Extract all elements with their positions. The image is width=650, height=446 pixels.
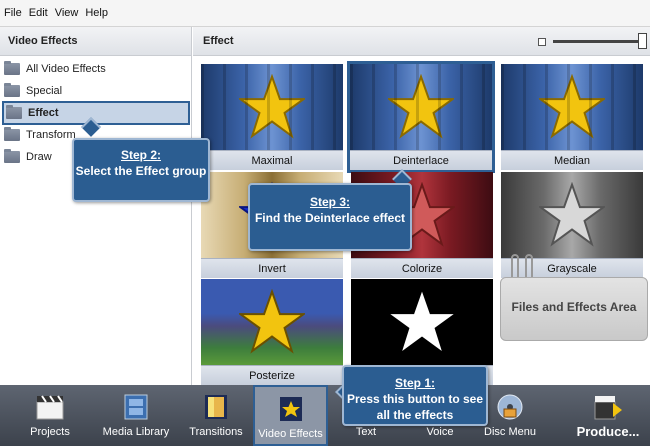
effect-tile-posterize[interactable]: Posterize [201,279,343,385]
taskbar: Projects Media Library Transitions Video… [0,385,650,446]
text-label: Text [355,426,377,438]
folder-icon [4,149,20,163]
transitions-icon [205,395,227,419]
callout-step-text: Find the Deinterlace effect [254,211,406,225]
produce-button[interactable]: Produce... [568,385,648,446]
effect-thumbnail [201,279,343,365]
zoom-slider-thumb[interactable] [638,33,647,49]
callout-step-title: Step 1: [394,376,435,390]
tree-item-label: Special [26,85,63,97]
effect-thumbnail [501,64,643,150]
folder-icon [4,83,20,97]
effect-thumbnail [351,279,493,365]
produce-icon [594,396,622,420]
star-icon [539,74,605,139]
effect-tile-maximal[interactable]: Maximal [201,64,343,170]
zoom-min-icon[interactable] [538,38,546,46]
film-icon [124,394,148,420]
folder-icon [6,105,22,119]
star-icon [390,291,454,352]
effect-tile-grayscale[interactable]: Grayscale [501,172,643,278]
disc-icon [497,394,523,420]
menu-edit[interactable]: Edit [29,7,48,19]
video-effects-label: Video Effects [258,428,323,440]
effect-thumbnail [350,64,492,150]
projects-button[interactable]: Projects [14,385,86,446]
projects-label: Projects [30,426,70,438]
effect-label: Colorize [351,258,493,278]
menu-bar: File Edit View Help [0,0,650,27]
video-effects-panel-title: Video Effects [0,27,192,56]
star-icon [279,397,302,421]
effect-label: Grayscale [501,258,643,278]
tree-item-label: Effect [28,107,59,119]
video-effects-button[interactable]: Video Effects [253,385,328,446]
effect-tile-median[interactable]: Median [501,64,643,170]
callout-step-2: Step 2: Select the Effect group [72,138,210,202]
effect-label: Maximal [201,150,343,170]
media-library-button[interactable]: Media Library [98,385,174,446]
produce-label: Produce... [576,424,640,439]
folder-icon [4,127,20,141]
effect-label: Deinterlace [350,150,492,170]
effect-label: Median [501,150,643,170]
menu-view[interactable]: View [55,7,79,19]
zoom-slider[interactable] [553,40,638,43]
menu-help[interactable]: Help [85,7,108,19]
effect-tile-deinterlace[interactable]: Deinterlace [347,61,495,173]
effect-thumbnail [501,172,643,258]
clapper-icon [36,395,64,420]
transitions-button[interactable]: Transitions [180,385,252,446]
tree-item-label: All Video Effects [26,63,106,75]
callout-step-title: Step 2: [120,148,161,162]
files-and-effects-area-note: Files and Effects Area [500,277,648,341]
tree-item-label: Transform [26,129,76,141]
folder-icon [4,61,20,75]
voice-label: Voice [426,426,454,438]
effect-label: Invert [201,258,343,278]
callout-step-3: Step 3: Find the Deinterlace effect [248,183,412,251]
star-icon [388,74,454,139]
callout-step-text: Select the Effect group [75,164,207,178]
transitions-label: Transitions [189,426,243,438]
callout-step-text: Press this button to see all the effects [346,392,484,422]
tree-item-special[interactable]: Special [4,80,190,102]
disc-menu-label: Disc Menu [484,426,536,438]
star-icon [239,289,305,354]
effect-category-tree: All Video Effects Special Effect Transfo… [0,56,192,385]
effect-thumbnail [201,64,343,150]
callout-step-1: Step 1: Press this button to see all the… [342,365,488,426]
callout-step-title: Step 3: [309,195,350,209]
media-library-label: Media Library [102,426,170,438]
star-icon [239,74,305,139]
tree-item-label: Draw [26,151,52,163]
star-icon [539,182,605,247]
menu-file[interactable]: File [4,7,22,19]
effect-label: Posterize [201,365,343,385]
tree-item-all-video-effects[interactable]: All Video Effects [4,58,190,80]
